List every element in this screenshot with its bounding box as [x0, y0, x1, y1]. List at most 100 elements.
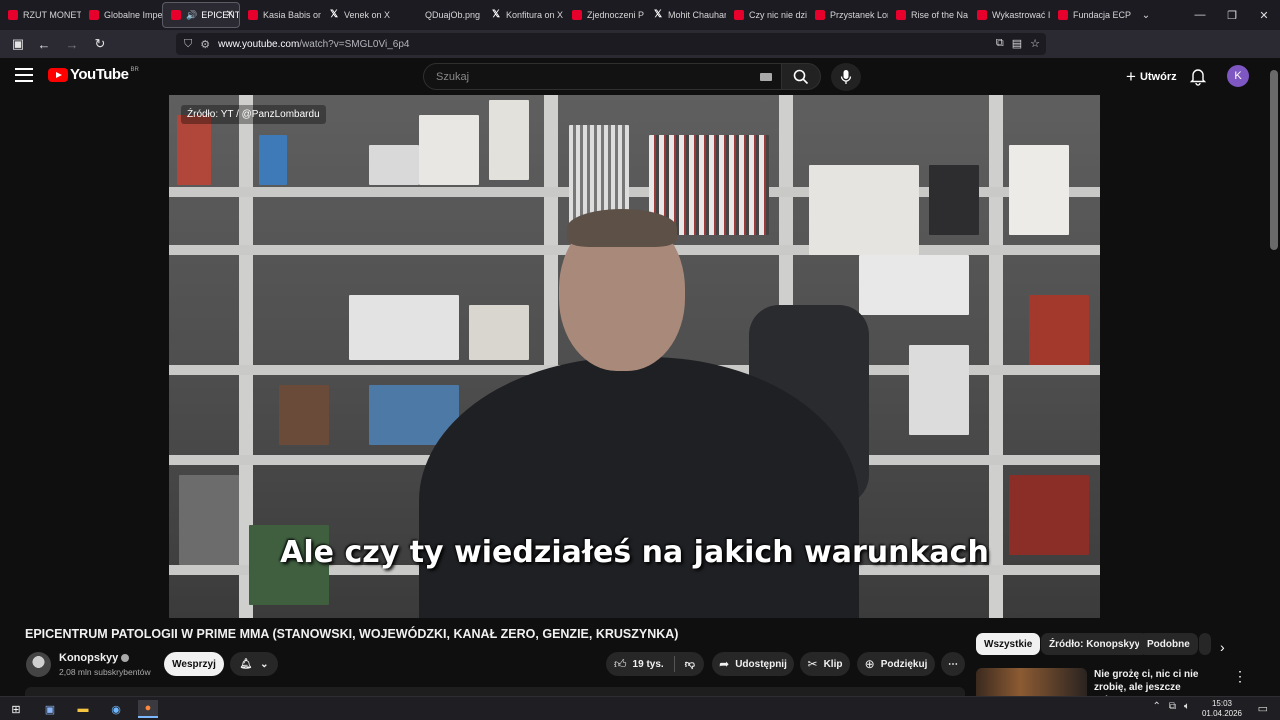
youtube-header: YouTube BR +Utwórz K — [0, 58, 1268, 95]
share-button[interactable]: ➦ Udostępnij — [712, 652, 794, 676]
url-path: /watch?v=SMGL0Vi_6p4 — [299, 38, 410, 50]
task-view-icon[interactable]: ▣ — [40, 700, 60, 718]
chips-next-chevron-icon[interactable]: › — [1220, 639, 1225, 655]
browser-tab[interactable]: Zjednoczeni P — [564, 2, 645, 28]
browser-tab[interactable]: Przystanek Lon — [807, 2, 888, 28]
windows-taskbar: ⊞ ▣ ▬ ◉ ● ⌃ ⧉ 🔈︎ 15:03 01.04.2026 ▭ — [0, 696, 1280, 720]
account-avatar[interactable]: K — [1227, 65, 1249, 87]
chip-all[interactable]: Wszystkie — [976, 633, 1041, 655]
keyboard-icon[interactable] — [760, 73, 772, 81]
browser-tab[interactable]: Czy nic nie dzie — [726, 2, 807, 28]
browser-tab[interactable]: 𝕏 Venek on X — [321, 2, 402, 28]
verified-check-icon — [121, 654, 130, 663]
youtube-play-icon — [48, 67, 68, 82]
thanks-icon: ⊕ — [864, 657, 875, 671]
browser-tab[interactable]: Rise of the Na — [888, 2, 969, 28]
browser-toolbar: ▣ ← → ↻ ⛉ ⚙ www.youtube.com/watch?v=SMGL… — [0, 30, 1280, 81]
minimize-icon[interactable]: — — [1184, 0, 1216, 30]
windows-start-icon[interactable]: ⊞ — [6, 700, 26, 718]
hamburger-menu-icon[interactable] — [15, 68, 33, 84]
like-count[interactable]: 19 tys. — [633, 659, 664, 670]
notifications-bell-icon[interactable] — [1188, 66, 1208, 86]
page-scrollbar-thumb[interactable] — [1270, 70, 1278, 250]
url-domain: www.youtube.com — [218, 38, 300, 50]
tray-chevron-icon[interactable]: ⌃ — [1152, 701, 1160, 712]
recommendation-thumbnail[interactable] — [976, 668, 1087, 696]
subscription-bell-button[interactable]: 🔔︎ ⌄ — [230, 652, 278, 676]
file-explorer-icon[interactable]: ▬ — [73, 700, 93, 718]
clip-button[interactable]: ✂ Klip — [800, 652, 850, 676]
volume-icon[interactable]: 🔈︎ — [1184, 701, 1190, 712]
youtube-logo[interactable]: YouTube BR — [48, 66, 139, 83]
youtube-icon — [8, 10, 18, 20]
channel-avatar[interactable] — [26, 652, 51, 677]
channel-name[interactable]: Konopskyy — [59, 652, 130, 664]
youtube-icon — [815, 10, 825, 20]
notification-icon[interactable]: ▭ — [1258, 702, 1268, 715]
video-title: EPICENTRUM PATOLOGII W PRIME MMA (STANOW… — [25, 627, 679, 641]
chip-related[interactable]: Podobne — [1139, 633, 1198, 655]
browser-tab-active[interactable]: 🔊EPICENTRUM✕ — [162, 2, 240, 28]
shield-icon[interactable]: ⛉ — [184, 38, 192, 51]
youtube-icon — [977, 10, 987, 20]
support-button[interactable]: Wesprzyj — [164, 652, 224, 676]
video-player[interactable]: Źródło: YT / @PanzLombardu Ale czy ty wi… — [169, 95, 1100, 618]
forward-icon[interactable]: → — [60, 32, 84, 56]
browser-tab[interactable]: Fundacja ECPU — [1050, 2, 1131, 28]
steam-icon[interactable]: ◉ — [106, 700, 126, 718]
reload-icon[interactable]: ↻ — [88, 32, 112, 56]
browser-tab[interactable]: 𝕏 Mohit Chauhan — [645, 2, 726, 28]
back-icon[interactable]: ← — [32, 32, 56, 56]
address-bar[interactable]: ⛉ ⚙ www.youtube.com/watch?v=SMGL0Vi_6p4 … — [176, 33, 1046, 55]
site-settings-icon[interactable]: ⚙ — [200, 38, 210, 51]
picture-in-picture-icon[interactable]: ⧉ — [996, 37, 1004, 50]
youtube-icon — [171, 10, 181, 20]
video-source-tag: Źródło: YT / @PanzLombardu — [181, 105, 326, 124]
like-icon[interactable]: 👍︎ — [614, 657, 627, 672]
more-actions-button[interactable]: ⋯ — [941, 652, 965, 676]
youtube-icon — [896, 10, 906, 20]
recommendation-more-icon[interactable]: ⋮ — [1233, 668, 1247, 685]
bookmark-star-icon[interactable]: ☆ — [1030, 37, 1040, 50]
scissors-icon: ✂ — [807, 657, 818, 671]
browser-tab-strip: RZUT MONETĄ Globalne Impe 🔊EPICENTRUM✕ K… — [0, 0, 1280, 30]
x-icon: 𝕏 — [491, 9, 501, 20]
search-input[interactable] — [436, 70, 756, 83]
dislike-icon[interactable]: 👎︎ — [685, 658, 695, 670]
thanks-button[interactable]: ⊕ Podziękuj — [857, 652, 935, 676]
chip-from-channel[interactable]: Źródło: Konopskyy — [1041, 633, 1149, 655]
share-icon: ➦ — [719, 657, 730, 671]
x-icon: 𝕏 — [329, 9, 339, 20]
youtube-icon — [572, 10, 582, 20]
browser-tab[interactable]: Globalne Impe — [81, 2, 162, 28]
speaker-icon[interactable]: 🔊 — [186, 10, 197, 21]
more-icon: ⋯ — [948, 658, 958, 670]
search-button[interactable] — [781, 63, 821, 90]
close-window-icon[interactable]: ✕ — [1248, 0, 1280, 30]
window-controls: — ❐ ✕ — [1184, 0, 1280, 30]
close-tab-icon[interactable]: ✕ — [226, 9, 234, 20]
youtube-icon — [734, 10, 744, 20]
browser-tab[interactable]: RZUT MONETĄ — [0, 2, 81, 28]
voice-search-button[interactable] — [831, 63, 861, 91]
network-icon[interactable]: ⧉ — [1169, 701, 1176, 712]
tab-list-chevron-icon[interactable]: ⌄ — [1131, 10, 1161, 21]
browser-tab[interactable]: QDuajOb.png (obr — [402, 2, 483, 28]
youtube-icon — [89, 10, 99, 20]
browser-tab[interactable]: 𝕏 Konfitura on X — [483, 2, 564, 28]
chip-partial[interactable] — [1199, 633, 1211, 655]
create-button[interactable]: + Utwórz — [1116, 64, 1187, 89]
reader-view-icon[interactable]: ▤ — [1012, 37, 1022, 50]
microphone-icon — [840, 70, 852, 84]
browser-tab[interactable]: Wykastrować I — [969, 2, 1050, 28]
like-dislike-group: 👍︎ 19 tys. 👎︎ — [606, 652, 704, 676]
browser-tab[interactable]: Kasia Babis om — [240, 2, 321, 28]
firefox-icon[interactable]: ● — [138, 700, 158, 718]
x-icon: 𝕏 — [653, 9, 663, 20]
restore-icon[interactable]: ❐ — [1216, 0, 1248, 30]
taskbar-clock[interactable]: 15:03 01.04.2026 — [1202, 699, 1242, 719]
sidebar-toggle-icon[interactable]: ▣ — [6, 32, 30, 56]
search-box — [423, 63, 785, 90]
person-hoodie — [419, 357, 859, 618]
youtube-icon — [248, 10, 258, 20]
